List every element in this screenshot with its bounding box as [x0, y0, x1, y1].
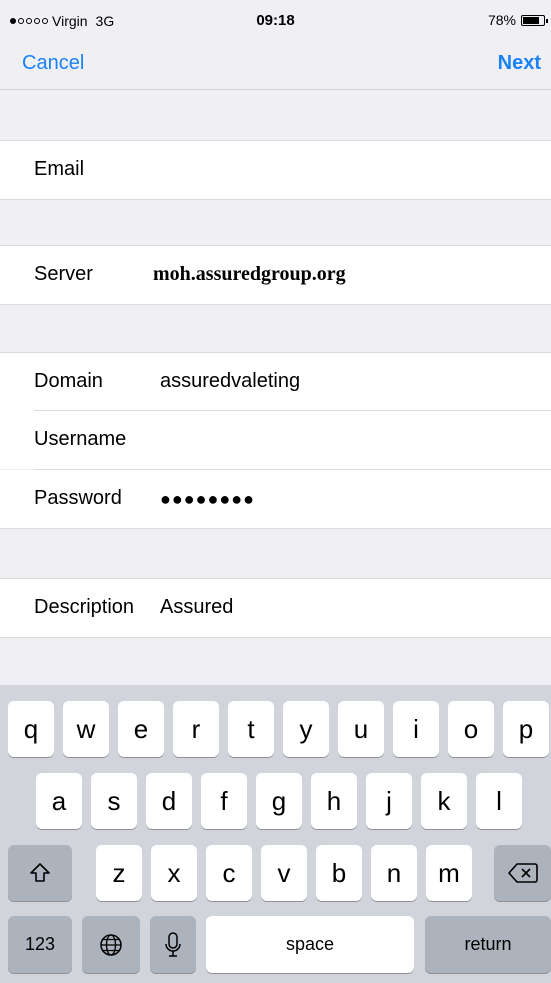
key-o[interactable]: o — [448, 701, 494, 757]
keyboard: qwertyuiop asdfghjkl zxcvbnm 123 space r… — [0, 685, 551, 983]
username-label: Username — [34, 428, 127, 450]
key-u[interactable]: u — [338, 701, 384, 757]
shift-key[interactable] — [8, 845, 72, 901]
key-h[interactable]: h — [311, 773, 357, 829]
email-label: Email — [34, 158, 85, 180]
password-field[interactable]: Password ●●●●●●●● — [0, 470, 551, 529]
shift-icon — [30, 863, 50, 882]
return-key[interactable]: return — [425, 916, 551, 973]
key-s[interactable]: s — [91, 773, 137, 829]
description-value[interactable]: Assured — [160, 596, 233, 619]
description-field[interactable]: Description Assured — [0, 578, 551, 638]
status-time: 09:18 — [256, 12, 295, 29]
password-value[interactable]: ●●●●●●●● — [160, 489, 255, 510]
key-w[interactable]: w — [63, 701, 109, 757]
backspace-icon — [507, 863, 538, 883]
username-field[interactable]: Username — [0, 411, 551, 469]
server-value[interactable]: moh.assuredgroup.org — [153, 263, 346, 286]
key-i[interactable]: i — [393, 701, 439, 757]
key-y[interactable]: y — [283, 701, 329, 757]
key-n[interactable]: n — [371, 845, 417, 901]
key-d[interactable]: d — [146, 773, 192, 829]
key-x[interactable]: x — [151, 845, 197, 901]
globe-key[interactable] — [82, 916, 140, 973]
key-a[interactable]: a — [36, 773, 82, 829]
key-l[interactable]: l — [476, 773, 522, 829]
domain-field[interactable]: Domain assuredvaleting — [0, 352, 551, 411]
key-f[interactable]: f — [201, 773, 247, 829]
key-t[interactable]: t — [228, 701, 274, 757]
status-bar: Virgin 3G 09:18 78% — [0, 0, 551, 40]
server-field[interactable]: Server moh.assuredgroup.org — [0, 245, 551, 305]
domain-label: Domain — [34, 370, 103, 392]
space-key[interactable]: space — [206, 916, 414, 973]
key-z[interactable]: z — [96, 845, 142, 901]
description-label: Description — [34, 596, 135, 618]
key-c[interactable]: c — [206, 845, 252, 901]
key-r[interactable]: r — [173, 701, 219, 757]
key-g[interactable]: g — [256, 773, 302, 829]
key-k[interactable]: k — [421, 773, 467, 829]
email-field[interactable]: Email — [0, 140, 551, 200]
battery-percent: 78% — [487, 12, 516, 28]
server-label: Server — [34, 263, 93, 285]
next-button[interactable]: Next — [498, 52, 541, 75]
status-right: 78% — [487, 12, 548, 28]
numbers-key[interactable]: 123 — [8, 916, 72, 973]
password-label: Password — [34, 487, 122, 509]
domain-value[interactable]: assuredvaleting — [160, 370, 300, 393]
microphone-icon — [165, 931, 181, 957]
key-q[interactable]: q — [8, 701, 54, 757]
key-m[interactable]: m — [426, 845, 472, 901]
dictation-key[interactable] — [150, 916, 196, 973]
key-e[interactable]: e — [118, 701, 164, 757]
key-p[interactable]: p — [503, 701, 549, 757]
cancel-button[interactable]: Cancel — [22, 52, 84, 75]
navigation-bar: Cancel Next — [0, 40, 551, 90]
globe-icon — [100, 933, 122, 956]
key-b[interactable]: b — [316, 845, 362, 901]
key-v[interactable]: v — [261, 845, 307, 901]
delete-key[interactable] — [494, 845, 551, 901]
battery-icon — [521, 14, 548, 26]
key-j[interactable]: j — [366, 773, 412, 829]
